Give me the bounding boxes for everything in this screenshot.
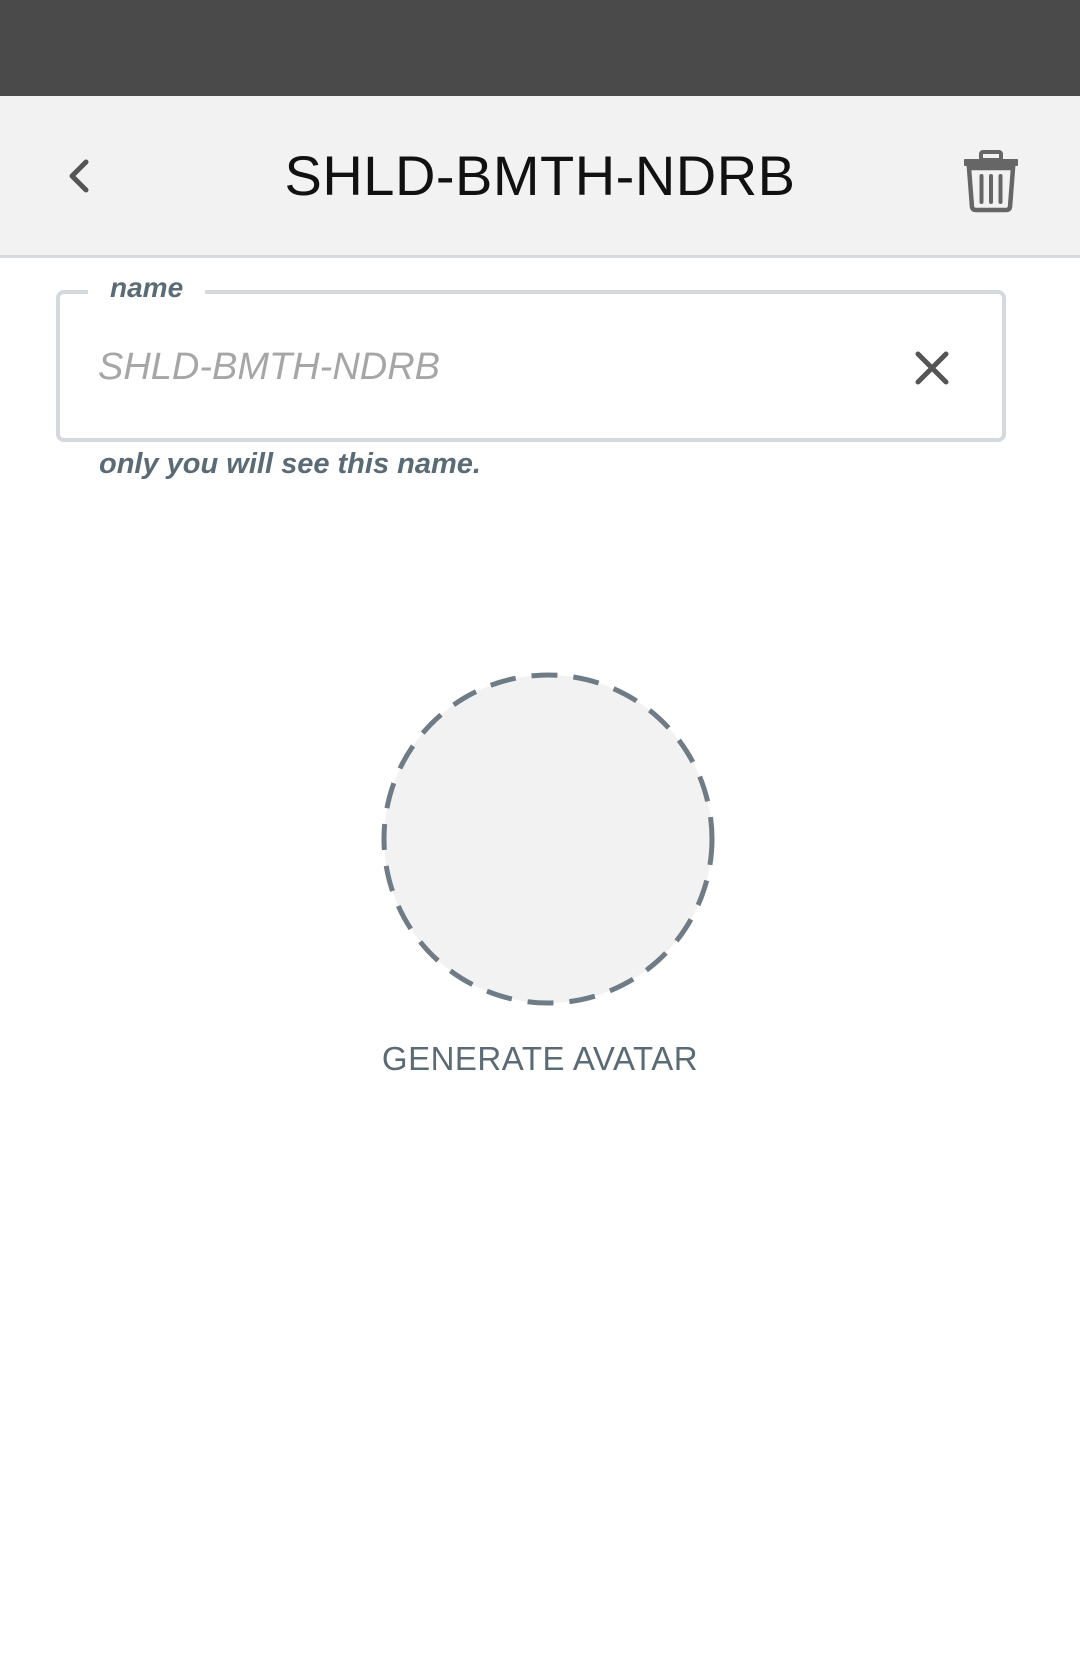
avatar-circle [381, 672, 715, 1006]
generate-avatar-button[interactable]: GENERATE AVATAR [340, 1040, 740, 1090]
clear-button[interactable] [900, 336, 964, 400]
delete-button[interactable] [950, 140, 1032, 222]
app-bar: SHLD-BMTH-NDRB [0, 96, 1080, 258]
name-input[interactable] [98, 332, 878, 402]
trash-icon [964, 150, 1018, 213]
status-bar [0, 0, 1080, 96]
chevron-left-icon [69, 159, 89, 193]
back-button[interactable] [48, 136, 112, 216]
name-helper-text: only you will see this name. [99, 448, 481, 480]
close-icon [915, 351, 949, 385]
name-field: name [56, 268, 1006, 442]
name-label: name [88, 268, 206, 308]
avatar-placeholder[interactable] [380, 671, 716, 1007]
page-title: SHLD-BMTH-NDRB [284, 144, 796, 207]
